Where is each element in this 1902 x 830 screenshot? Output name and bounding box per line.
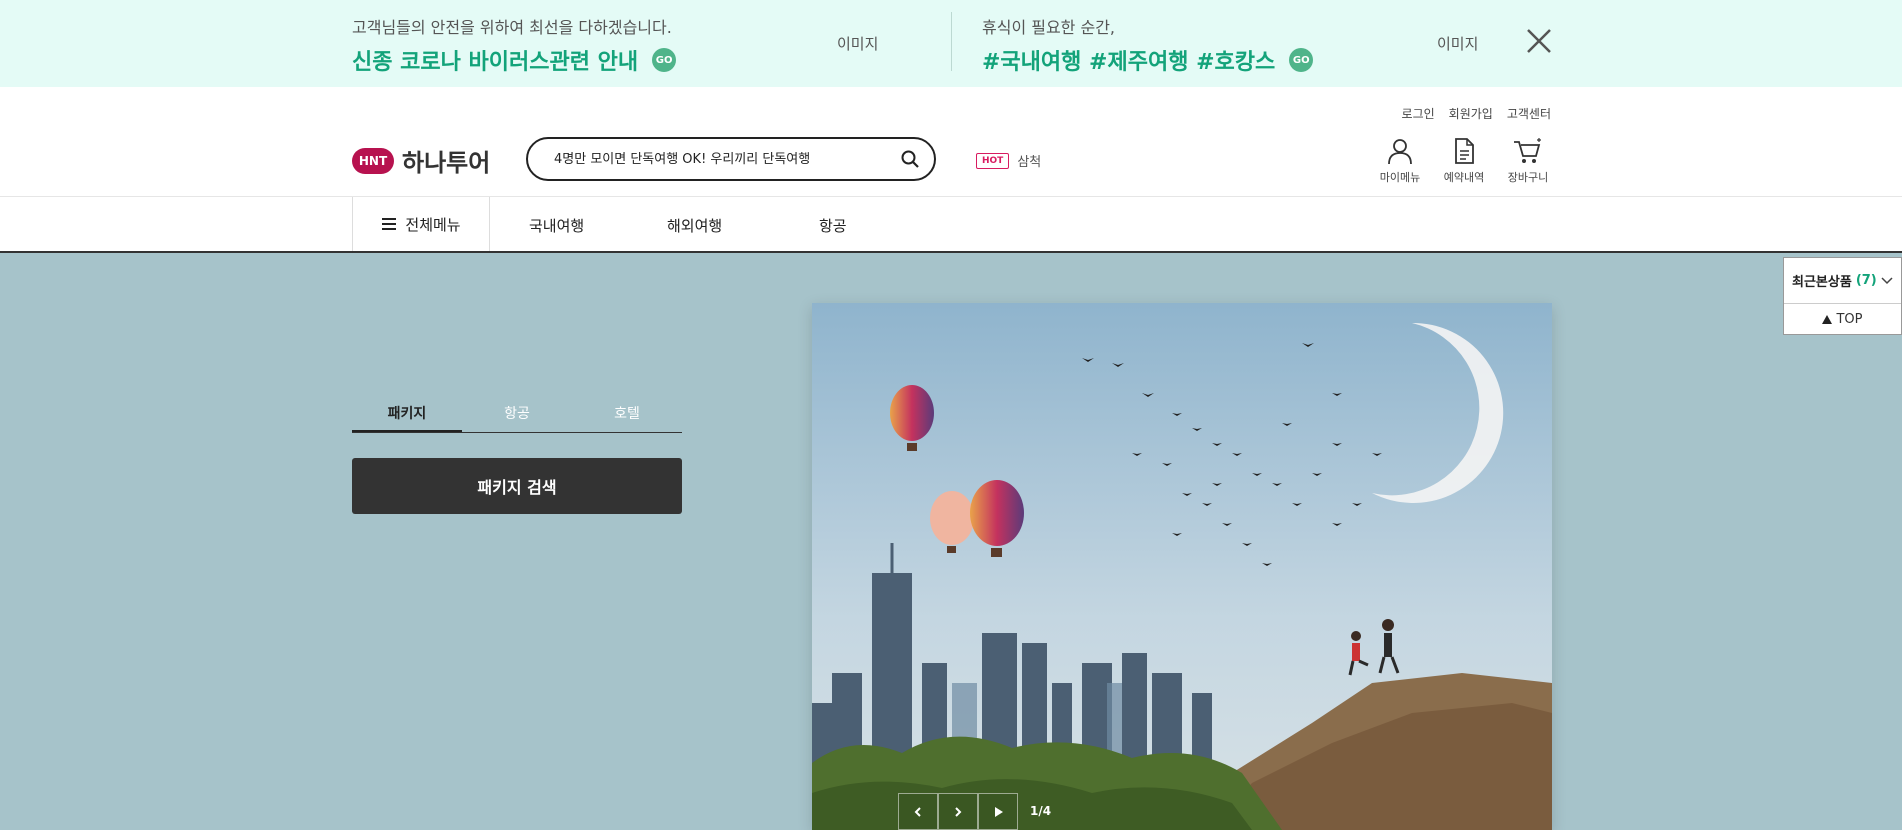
document-icon xyxy=(1455,138,1474,164)
prev-slide-button[interactable] xyxy=(898,793,938,830)
site-header: 로그인 회원가입 고객센터 HNT 하나투어 HOT 삼척 마이메뉴 xyxy=(0,87,1902,197)
hot-keyword-text: 삼척 xyxy=(1017,155,1042,170)
top-label: TOP xyxy=(1836,311,1863,327)
chevron-right-icon xyxy=(955,806,962,817)
search-icon[interactable] xyxy=(900,149,920,169)
slider-controls: 1/4 xyxy=(898,793,1051,830)
search-box xyxy=(526,137,936,181)
header-icons: 마이메뉴 예약내역 장바구니 xyxy=(1378,137,1550,185)
cart-label: 장바구니 xyxy=(1507,171,1549,184)
tab-package[interactable]: 패키지 xyxy=(352,395,462,432)
recent-products-widget: 최근본상품 (7) TOP xyxy=(1783,257,1902,335)
user-icon xyxy=(1388,139,1412,165)
play-icon xyxy=(995,806,1003,817)
package-search-button[interactable]: 패키지 검색 xyxy=(352,458,682,514)
main-nav: 전체메뉴 국내여행 해외여행 항공 xyxy=(0,197,1902,253)
banner-left-title: 신종 코로나 바이러스관련 안내 xyxy=(352,50,639,75)
banner-divider xyxy=(951,12,952,71)
search-input[interactable] xyxy=(554,151,900,167)
chevron-down-icon xyxy=(1881,276,1893,284)
scroll-top-button[interactable]: TOP xyxy=(1784,304,1901,334)
banner-left-subtitle: 고객님들의 안전을 위하여 최선을 다하겠습니다. xyxy=(352,18,672,37)
nav-item-air[interactable]: 항공 xyxy=(819,215,847,236)
banner-travel-promo[interactable]: 휴식이 필요한 순간, #국내여행 #제주여행 #호캉스 GO xyxy=(982,14,1314,76)
reservation-button[interactable]: 예약내역 xyxy=(1442,137,1486,185)
slide-counter: 1/4 xyxy=(1030,804,1052,818)
hero-banner-image[interactable] xyxy=(812,303,1552,830)
logo-name: 하나투어 xyxy=(402,149,491,177)
next-slide-button[interactable] xyxy=(938,793,978,830)
cart-icon xyxy=(1514,138,1541,163)
go-button[interactable]: GO xyxy=(652,48,677,72)
cart-button[interactable]: 장바구니 xyxy=(1506,137,1550,185)
search-tabs: 패키지 항공 호텔 xyxy=(352,395,682,433)
recent-products-toggle[interactable]: 최근본상품 (7) xyxy=(1784,258,1901,304)
triangle-up-icon xyxy=(1822,314,1833,324)
utility-links: 로그인 회원가입 고객센터 xyxy=(1402,105,1551,122)
login-link[interactable]: 로그인 xyxy=(1402,105,1435,122)
tab-hotel[interactable]: 호텔 xyxy=(572,395,682,432)
banner-right-image: 이미지 xyxy=(1437,35,1479,53)
go-button[interactable]: GO xyxy=(1289,48,1314,72)
mymenu-button[interactable]: 마이메뉴 xyxy=(1378,137,1422,185)
hot-keyword[interactable]: HOT 삼척 xyxy=(976,151,1041,170)
banner-left-image: 이미지 xyxy=(837,35,879,53)
banner-right-subtitle: 휴식이 필요한 순간, xyxy=(982,18,1116,37)
play-button[interactable] xyxy=(978,793,1018,830)
recent-products-label: 최근본상품 xyxy=(1792,275,1852,290)
mymenu-label: 마이메뉴 xyxy=(1379,171,1421,184)
signup-link[interactable]: 회원가입 xyxy=(1449,105,1493,122)
hero-illustration xyxy=(812,303,1552,830)
hot-badge: HOT xyxy=(976,152,1010,169)
top-banner: 고객님들의 안전을 위하여 최선을 다하겠습니다. 신종 코로나 바이러스관련 … xyxy=(0,0,1902,87)
logo[interactable]: HNT 하나투어 xyxy=(352,143,490,178)
hamburger-icon xyxy=(382,218,397,230)
nav-item-overseas[interactable]: 해외여행 xyxy=(667,215,722,236)
nav-item-domestic[interactable]: 국내여행 xyxy=(529,215,584,236)
banner-covid-notice[interactable]: 고객님들의 안전을 위하여 최선을 다하겠습니다. 신종 코로나 바이러스관련 … xyxy=(352,14,677,76)
all-menu-button[interactable]: 전체메뉴 xyxy=(352,197,490,251)
recent-products-count: (7) xyxy=(1855,273,1877,288)
tab-air[interactable]: 항공 xyxy=(462,395,572,432)
chevron-left-icon xyxy=(914,806,921,817)
all-menu-label: 전체메뉴 xyxy=(405,215,461,234)
reservation-label: 예약내역 xyxy=(1443,171,1485,184)
banner-right-title: #국내여행 #제주여행 #호캉스 xyxy=(982,50,1276,75)
close-icon[interactable] xyxy=(1524,26,1554,56)
logo-mark: HNT xyxy=(352,147,394,174)
support-link[interactable]: 고객센터 xyxy=(1507,105,1551,122)
